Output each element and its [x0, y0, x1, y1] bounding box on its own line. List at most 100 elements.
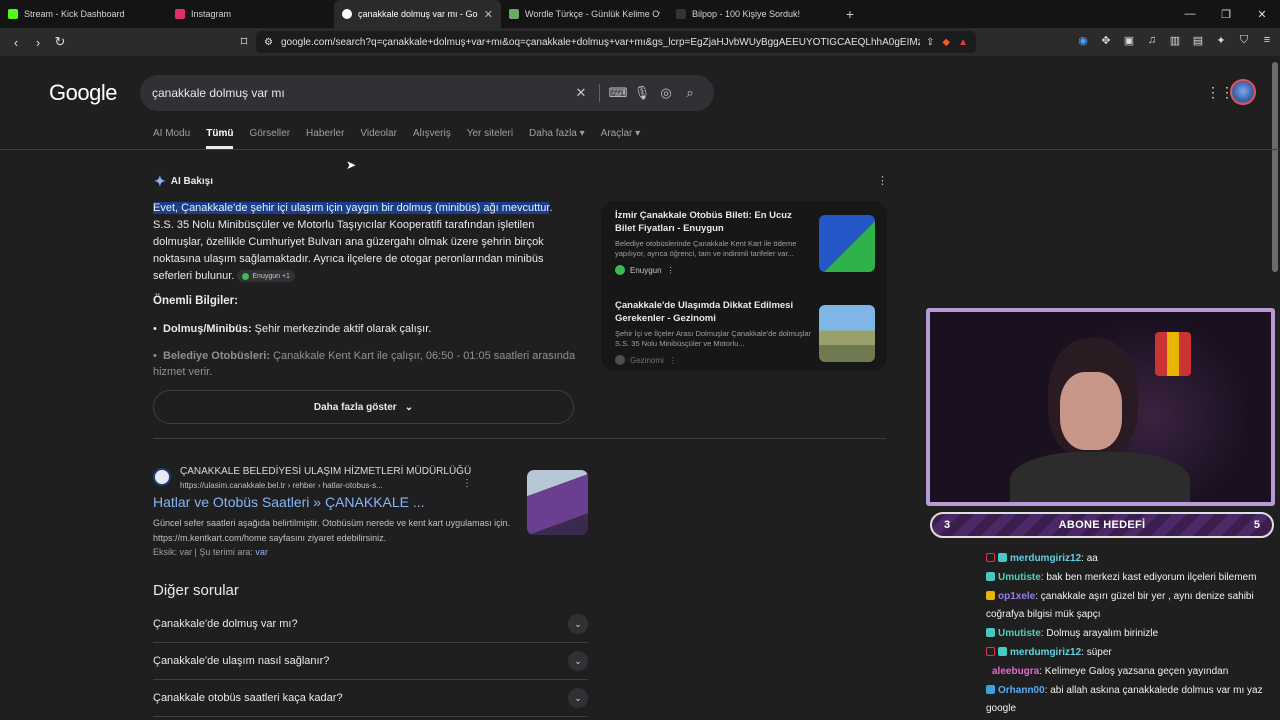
brave-rewards-icon[interactable]: ▲ — [958, 37, 968, 48]
tab-tools[interactable]: Araçlar ▾ — [601, 128, 640, 149]
enuygun-icon — [615, 265, 625, 275]
chat-message: merdumgiriz12: süper — [986, 644, 1280, 663]
gem-badge-icon — [986, 684, 995, 694]
more-options-icon[interactable]: ⋮ — [462, 478, 472, 489]
keyboard-icon[interactable]: ⌨ — [606, 85, 630, 101]
chevron-down-icon: ⌄ — [568, 651, 588, 671]
result-title-link[interactable]: Hatlar ve Otobüs Saatleri » ÇANAKKALE ..… — [153, 494, 425, 510]
source-chip[interactable]: Enuygun +1 — [237, 270, 295, 283]
paa-question[interactable]: Çanakkale'de dolmuş var mı? ⌄ — [153, 606, 588, 643]
gezinomi-icon — [615, 355, 625, 365]
chat-message: Umutiste: bak ben merkezi kast ediyorum … — [986, 569, 1280, 588]
search-tabs: AI Modu Tümü Görseller Haberler Videolar… — [153, 128, 640, 149]
bullet-icon: • — [153, 350, 157, 362]
subscriber-badge-icon — [998, 553, 1007, 562]
tab-more[interactable]: Daha fazla ▾ — [529, 128, 585, 149]
clear-icon[interactable]: ✕ — [569, 85, 593, 101]
webcam-overlay — [926, 308, 1275, 506]
search-icon[interactable]: ⌕ — [678, 85, 702, 101]
restore-icon[interactable]: ❐ — [1208, 0, 1244, 28]
ai-overview-text: Evet, Çanakkale'de şehir içi ulaşım için… — [153, 200, 571, 285]
address-bar[interactable]: ⚙ google.com/search?q=çanakkale+dolmuş+v… — [256, 31, 976, 53]
tab-shopping[interactable]: Alışveriş — [413, 128, 451, 149]
search-term-link[interactable]: var — [255, 547, 268, 557]
subscriber-badge-icon — [986, 571, 995, 581]
list-item: • Dolmuş/Minibüs: Şehir merkezinde aktif … — [153, 323, 432, 335]
puzzle-icon[interactable]: ✥ — [1099, 34, 1113, 47]
screenshot-icon[interactable]: ▣ — [1122, 34, 1136, 47]
bookmark-icon[interactable]: ⌑ — [234, 34, 254, 50]
crown-badge-icon — [986, 590, 995, 600]
instagram-icon — [175, 9, 185, 19]
divider — [599, 84, 600, 102]
chat-message: merdumgiriz12: aa — [986, 550, 1280, 569]
tab-bilpop[interactable]: Bilpop - 100 Kişiye Sorduk! — [668, 0, 835, 28]
subscriber-badge-icon — [986, 628, 995, 638]
ai-sources-panel: İzmir Çanakkale Otobüs Bileti: En Ucuz B… — [601, 201, 887, 371]
result-snippet: Güncel sefer saatleri aşağıda belirtilmi… — [153, 518, 511, 543]
show-more-button[interactable]: Daha fazla göster ⌄ — [153, 390, 574, 424]
tab-local[interactable]: Yer siteleri — [467, 128, 513, 149]
sidebar-icon[interactable]: ▥ — [1168, 34, 1182, 47]
tab-images[interactable]: Görseller — [249, 128, 290, 149]
speech-icon[interactable]: ◉ — [1076, 34, 1090, 47]
chevron-down-icon: ⌄ — [568, 614, 588, 634]
paa-question[interactable]: Çanakkale otobüs saatleri kaça kadar? ⌄ — [153, 680, 588, 717]
reload-icon[interactable]: ↻ — [50, 34, 70, 50]
paa-question[interactable]: Çanakkale'de ulaşım nasıl sağlanır? ⌄ — [153, 643, 588, 680]
moderator-badge-icon — [986, 553, 995, 562]
scrollbar[interactable] — [1272, 62, 1278, 272]
lens-icon[interactable]: ◎ — [654, 85, 678, 101]
result-url[interactable]: https://ulasim.canakkale.bel.tr › rehber… — [180, 481, 383, 490]
search-input[interactable]: çanakkale dolmuş var mı — [152, 86, 569, 100]
site-favicon-icon — [153, 468, 171, 486]
more-options-icon[interactable]: ⋮ — [877, 174, 888, 187]
more-options-icon[interactable]: ⋮ — [667, 266, 675, 275]
minimize-icon[interactable]: — — [1172, 0, 1208, 28]
search-box[interactable]: çanakkale dolmuş var mı ✕ ⌨ 🎙︎ ◎ ⌕ — [140, 75, 714, 111]
close-window-icon[interactable]: ✕ — [1244, 0, 1280, 28]
chat-message: op1xele: çanakkale aşırı güzel bir yer ,… — [986, 590, 1254, 621]
google-logo[interactable]: Google — [49, 80, 117, 106]
browser-toolbar: ‹ › ↻ ⌑ ⚙ google.com/search?q=çanakkale+… — [0, 28, 1280, 56]
tab-videos[interactable]: Videolar — [360, 128, 397, 149]
tab-wordle[interactable]: Wordle Türkçe - Günlük Kelime Oyun — [501, 0, 668, 28]
ai-icon[interactable]: ✦ — [1214, 34, 1228, 47]
divider — [153, 438, 886, 439]
result-thumbnail[interactable] — [527, 470, 588, 535]
tab-news[interactable]: Haberler — [306, 128, 344, 149]
forward-icon[interactable]: › — [28, 35, 48, 50]
mouse-cursor-icon: ➤ — [346, 158, 357, 172]
new-tab-button[interactable]: + — [835, 6, 865, 22]
mic-icon[interactable]: 🎙︎ — [630, 85, 654, 101]
source-card[interactable]: İzmir Çanakkale Otobüs Bileti: En Ucuz B… — [615, 209, 877, 275]
menu-icon[interactable]: ≡ — [1260, 34, 1274, 47]
enuygun-icon — [242, 272, 250, 280]
tab-google[interactable]: çanakkale dolmuş var mı - Goog ✕ — [334, 0, 501, 28]
tab-ai-mode[interactable]: AI Modu — [153, 128, 190, 149]
tab-all[interactable]: Tümü — [206, 128, 234, 149]
list-item: • Belediye Otobüsleri: Çanakkale Kent Kar… — [153, 350, 576, 378]
subscriber-badge-icon — [998, 646, 1007, 656]
share-icon[interactable]: ⇪ — [926, 37, 934, 48]
paa-heading: Diğer sorular — [153, 582, 239, 599]
kick-icon — [8, 9, 18, 19]
header-divider — [0, 149, 1280, 150]
tab-kick[interactable]: Stream - Kick Dashboard — [0, 0, 167, 28]
site-info-icon[interactable]: ⚙ — [264, 37, 273, 48]
brave-shield-icon[interactable]: ◆ — [942, 37, 950, 48]
tab-instagram[interactable]: Instagram — [167, 0, 334, 28]
source-card[interactable]: Çanakkale'de Ulaşımda Dikkat Edilmesi Ge… — [615, 299, 877, 365]
streamer-face — [1060, 372, 1122, 450]
avatar[interactable] — [1230, 79, 1256, 105]
wallet-icon[interactable]: ▤ — [1191, 34, 1205, 47]
music-icon[interactable]: ♫ — [1145, 34, 1159, 47]
more-options-icon[interactable]: ⋮ — [669, 356, 677, 365]
back-icon[interactable]: ‹ — [6, 35, 26, 50]
bullet-icon: • — [153, 323, 157, 335]
close-tab-icon[interactable]: ✕ — [484, 8, 493, 21]
result-site-name[interactable]: ÇANAKKALE BELEDİYESİ ULAŞIM HİZMETLERİ M… — [180, 466, 471, 477]
vpn-icon[interactable]: ⛉ — [1237, 34, 1251, 47]
bilpop-icon — [676, 9, 686, 19]
chevron-down-icon: ⌄ — [404, 401, 414, 413]
